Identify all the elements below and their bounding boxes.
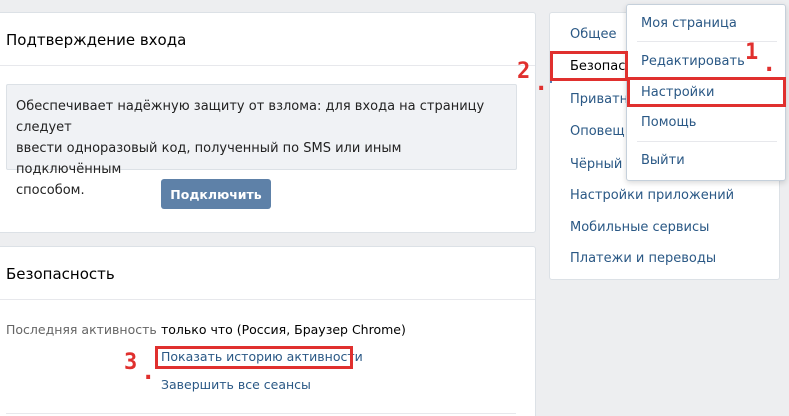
annotation-dot-2: .: [537, 71, 546, 96]
last-activity-value: только что (Россия, Браузер Chrome): [161, 322, 406, 337]
end-all-sessions-link[interactable]: Завершить все сеансы: [161, 377, 311, 392]
nav-item-app-settings[interactable]: Настройки приложений: [570, 188, 734, 203]
menu-separator: [637, 141, 777, 142]
annotation-number-1: 1: [745, 40, 759, 65]
nav-item-mobile-services[interactable]: Мобильные сервисы: [570, 220, 709, 235]
card-divider: [0, 65, 535, 66]
annotation-box-activity-history: [155, 346, 353, 369]
login-confirmation-title: Подтверждение входа: [6, 31, 187, 49]
info-line-2: ввести одноразовый код, полученный по SM…: [16, 141, 402, 177]
card-divider: [6, 413, 516, 414]
annotation-dot-3: .: [144, 360, 153, 385]
security-card: Безопасность Последняя активность только…: [0, 246, 536, 416]
connect-button[interactable]: Подключить: [161, 179, 271, 209]
nav-item-notifications[interactable]: Оповещ: [570, 124, 625, 139]
annotation-box-security: [550, 51, 628, 81]
login-confirmation-card: Подтверждение входа Обеспечивает надёжну…: [0, 12, 536, 233]
nav-item-general[interactable]: Общее: [570, 27, 617, 42]
login-confirmation-info: Обеспечивает надёжную защиту от взлома: …: [6, 84, 517, 198]
nav-item-payments[interactable]: Платежи и переводы: [570, 251, 716, 266]
card-divider: [0, 299, 535, 300]
nav-item-blacklist[interactable]: Чёрный с: [570, 157, 634, 172]
annotation-box-settings: [627, 77, 786, 107]
annotation-dot-1: .: [765, 52, 774, 77]
security-title: Безопасность: [6, 265, 115, 283]
nav-item-privacy[interactable]: Приватн: [570, 92, 628, 107]
menu-item-logout[interactable]: Выйти: [641, 153, 685, 168]
menu-item-edit[interactable]: Редактировать: [641, 54, 745, 69]
menu-item-my-page[interactable]: Моя страница: [641, 16, 737, 31]
menu-item-help[interactable]: Помощь: [641, 115, 696, 130]
annotation-number-3: 3: [124, 350, 138, 375]
info-line-1: Обеспечивает надёжную защиту от взлома: …: [16, 99, 485, 135]
last-activity-label: Последняя активность: [6, 322, 157, 337]
annotation-number-2: 2: [517, 59, 531, 84]
